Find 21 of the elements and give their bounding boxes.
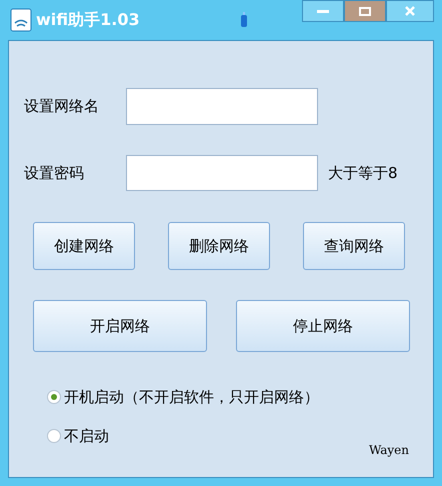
field-label: 设置密码 bbox=[24, 162, 85, 184]
pin-icon bbox=[240, 12, 248, 28]
close-button[interactable] bbox=[386, 0, 434, 22]
network-name-field[interactable] bbox=[126, 88, 318, 125]
field-label: 设置网络名 bbox=[24, 96, 100, 118]
password-hint: 大于等于8 bbox=[328, 162, 398, 184]
app-icon bbox=[10, 8, 32, 32]
close-icon bbox=[405, 6, 415, 16]
password-field[interactable] bbox=[126, 155, 318, 191]
minimize-button[interactable] bbox=[302, 0, 344, 22]
action-button[interactable]: 停止网络 bbox=[236, 300, 410, 352]
action-button[interactable]: 查询网络 bbox=[303, 222, 405, 270]
action-button[interactable]: 开启网络 bbox=[33, 300, 207, 352]
window-title: wifi助手1.03 bbox=[36, 9, 140, 31]
action-button[interactable]: 删除网络 bbox=[168, 222, 270, 270]
radio-button[interactable] bbox=[47, 390, 61, 404]
maximize-button[interactable] bbox=[344, 0, 386, 22]
radio-button[interactable] bbox=[47, 428, 61, 443]
action-button[interactable]: 创建网络 bbox=[33, 222, 135, 270]
radio-option[interactable]: 开机启动（不开启软件，只开启网络） bbox=[47, 386, 433, 408]
author-label: Wayen bbox=[368, 442, 409, 459]
